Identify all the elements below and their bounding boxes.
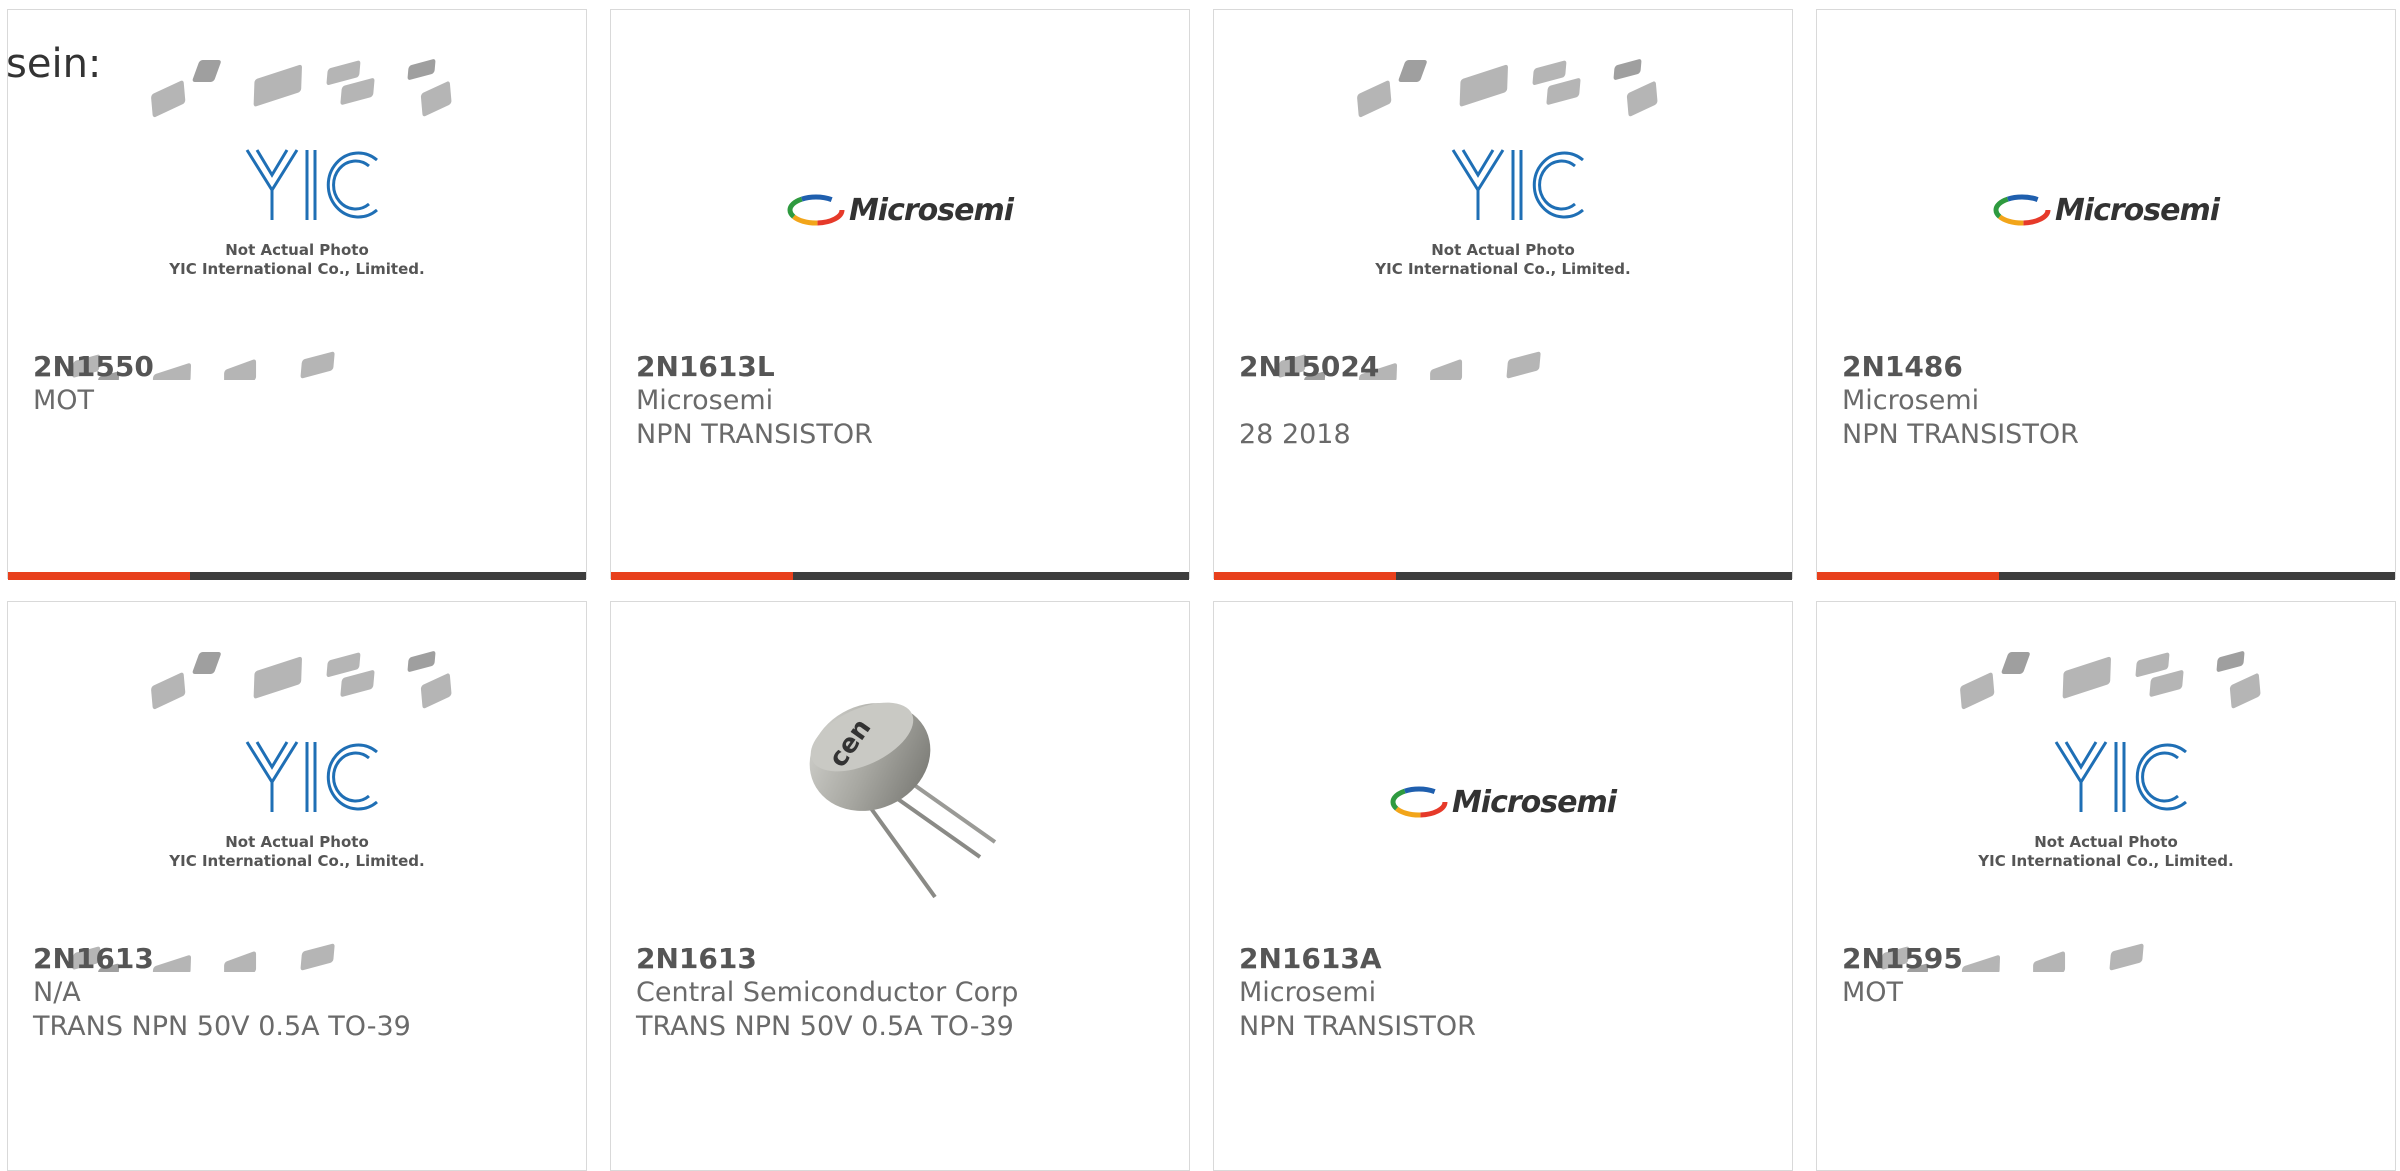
product-card[interactable]: Microsemi 2N1613A Microsemi NPN TRANSIST… — [1213, 601, 1793, 1171]
yic-caption-line1: Not Actual Photo — [225, 241, 369, 259]
microsemi-swirl-icon — [1390, 786, 1448, 818]
product-image[interactable]: Not Actual Photo YIC International Co., L… — [8, 651, 586, 972]
card-bottom-bar — [611, 572, 1189, 580]
description: NPN TRANSISTOR — [1842, 419, 2079, 450]
microsemi-logo: Microsemi — [1390, 784, 1617, 820]
description: NPN TRANSISTOR — [1239, 1011, 1476, 1042]
yic-placeholder-image: Not Actual PhotoYIC International Co., L… — [1881, 651, 2261, 972]
part-number[interactable]: 2N1595 — [1842, 942, 2375, 976]
part-number[interactable]: 2N1613A — [1239, 942, 1772, 976]
description — [33, 418, 566, 452]
microsemi-wordmark: Microsemi — [848, 192, 1014, 228]
manufacturer: Central Semiconductor Corp — [636, 977, 1019, 1008]
yic-caption-line1: Not Actual Photo — [2034, 833, 2178, 851]
card-bottom-bar — [1214, 572, 1792, 580]
yic-caption-line2: YIC International Co., Limited. — [1977, 852, 2233, 870]
part-number[interactable]: 2N1613 — [636, 942, 1169, 976]
manufacturer: MOT — [33, 385, 95, 416]
manufacturer: Microsemi — [1239, 977, 1377, 1008]
product-card[interactable]: Not Actual Photo YIC International Co., L… — [7, 9, 587, 580]
microsemi-swirl-icon — [787, 194, 845, 226]
microsemi-logo: Microsemi — [1993, 192, 2220, 228]
part-number[interactable]: 2N1486 — [1842, 350, 2375, 384]
product-image[interactable]: Not Actual Photo YIC International Co., L… — [1214, 59, 1792, 380]
product-card[interactable]: Microsemi 2N1613L Microsemi NPN TRANSIST… — [610, 9, 1190, 580]
product-image[interactable]: Microsemi — [611, 60, 1189, 360]
description: 28 2018 — [1239, 419, 1351, 450]
product-card[interactable]: Microsemi 2N1486 Microsemi NPN TRANSISTO… — [1816, 9, 2396, 580]
product-card[interactable]: Not Actual Photo YIC International Co., L… — [7, 601, 587, 1171]
part-number[interactable]: 2N15024 — [1239, 350, 1772, 384]
yic-caption-line1: Not Actual Photo — [225, 833, 369, 851]
manufacturer: Microsemi — [1842, 385, 1980, 416]
product-image[interactable]: Microsemi — [1214, 652, 1792, 952]
product-image[interactable]: Microsemi — [1817, 60, 2395, 360]
microsemi-wordmark: Microsemi — [1451, 784, 1617, 820]
manufacturer: MOT — [1842, 977, 1904, 1008]
page-label: sein: — [6, 41, 102, 87]
yic-caption-line2: YIC International Co., Limited. — [1374, 260, 1630, 278]
yic-caption-line1: Not Actual Photo — [1431, 241, 1575, 259]
to39-transistor-photo: cen — [809, 702, 997, 899]
yic-placeholder-image: Not Actual PhotoYIC International Co., L… — [72, 651, 452, 972]
yic-caption-line2: YIC International Co., Limited. — [168, 260, 424, 278]
part-number[interactable]: 2N1550 — [33, 350, 566, 384]
microsemi-swirl-icon — [1993, 194, 2051, 226]
manufacturer: Microsemi — [636, 385, 774, 416]
product-image[interactable]: Not Actual Photo YIC International Co., L… — [1817, 651, 2395, 972]
microsemi-wordmark: Microsemi — [2054, 192, 2220, 228]
microsemi-logo: Microsemi — [787, 192, 1014, 228]
description: NPN TRANSISTOR — [636, 419, 873, 450]
yic-placeholder-image: Not Actual PhotoYIC International Co., L… — [72, 59, 452, 380]
product-card[interactable]: cen 2N1613 Central Semiconductor Corp TR… — [610, 601, 1190, 1171]
product-grid: Not Actual Photo YIC International Co., L… — [7, 9, 2400, 1171]
manufacturer — [1239, 384, 1772, 418]
description — [1842, 1010, 2375, 1044]
yic-caption-line2: YIC International Co., Limited. — [168, 852, 424, 870]
description: TRANS NPN 50V 0.5A TO-39 — [636, 1011, 1014, 1042]
product-card[interactable]: Not Actual Photo YIC International Co., L… — [1816, 601, 2396, 1171]
part-number[interactable]: 2N1613L — [636, 350, 1169, 384]
description: TRANS NPN 50V 0.5A TO-39 — [33, 1011, 411, 1042]
card-bottom-bar — [8, 572, 586, 580]
product-image[interactable]: cen — [611, 652, 1189, 952]
manufacturer: N/A — [33, 977, 81, 1008]
product-card[interactable]: Not Actual Photo YIC International Co., L… — [1213, 9, 1793, 580]
part-number[interactable]: 2N1613 — [33, 942, 566, 976]
yic-placeholder-image: Not Actual PhotoYIC International Co., L… — [1278, 59, 1658, 380]
product-image[interactable]: Not Actual Photo YIC International Co., L… — [8, 59, 586, 380]
card-bottom-bar — [1817, 572, 2395, 580]
